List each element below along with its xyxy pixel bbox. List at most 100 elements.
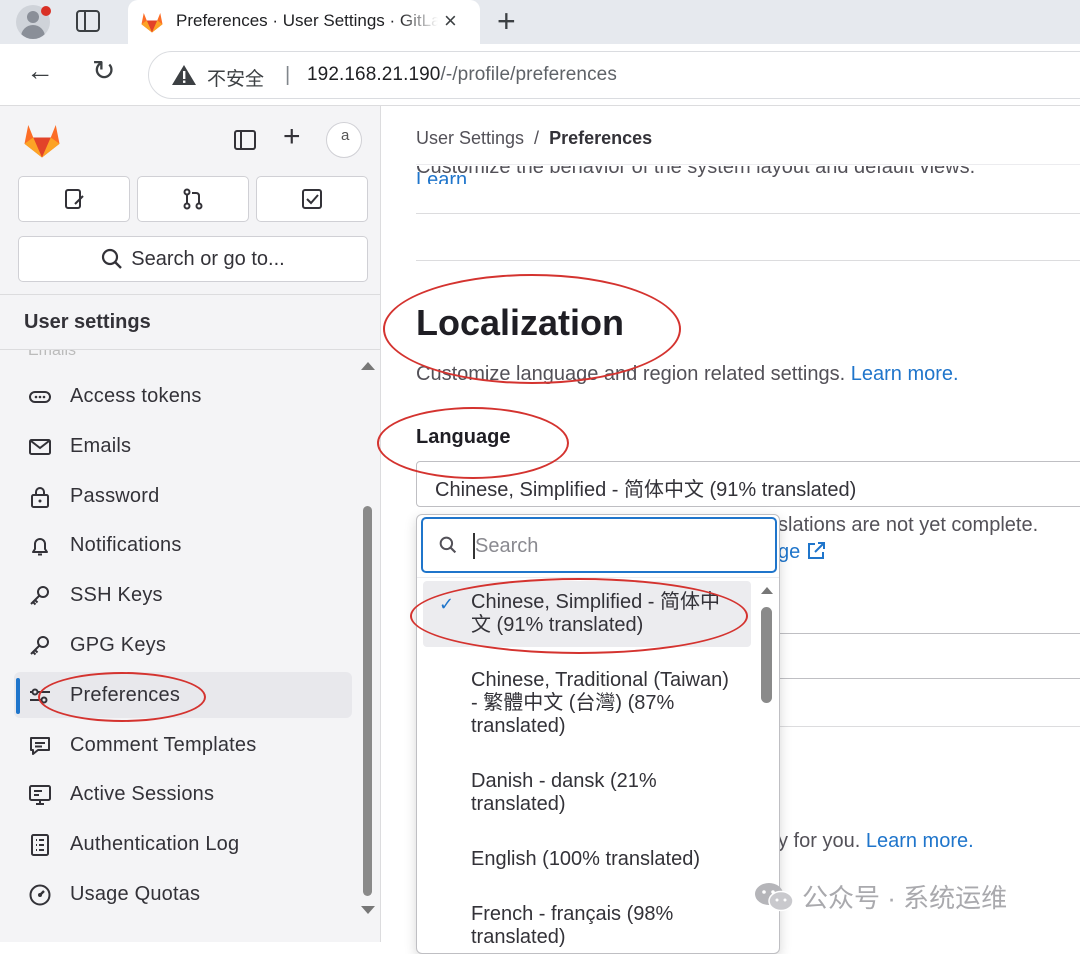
browser-tab[interactable]: Preferences · User Settings · GitLab × <box>128 0 480 44</box>
language-help-text: slations are not yet complete. <box>778 514 1039 536</box>
sidebar-item-active-sessions[interactable]: Active Sessions <box>14 771 352 817</box>
sidebar-item-password[interactable]: Password <box>14 473 352 519</box>
scroll-thumb[interactable] <box>363 506 372 896</box>
language-option-label: English (100% translated) <box>471 848 701 870</box>
scroll-down-arrow-icon[interactable] <box>361 906 375 914</box>
language-option-label: Chinese, Traditional (Taiwan) - 繁體中文 (台灣… <box>471 669 729 737</box>
sidebar-item-emails[interactable]: Emails <box>14 423 352 469</box>
breadcrumb-current: Preferences <box>549 128 653 148</box>
sidebar-item-access-tokens[interactable]: Access tokens <box>14 373 352 419</box>
sidebar-item-label: Authentication Log <box>70 833 240 856</box>
new-tab-button[interactable]: + <box>497 3 516 40</box>
bell-icon <box>32 538 48 556</box>
partial-description: y for you. Learn more. <box>778 830 974 852</box>
sidebar-item-usage-quotas[interactable]: Usage Quotas <box>14 871 352 917</box>
breadcrumb: User Settings / Preferences <box>416 128 652 149</box>
sidebar-nav-list: Access tokens Emails Password Notifications… <box>14 373 352 921</box>
sidebar-item-authentication-log[interactable]: Authentication Log <box>14 821 352 867</box>
url-host: 192.168.21.190 <box>307 64 441 85</box>
breadcrumb-separator: / <box>534 128 540 148</box>
sidebar-item-gpg-keys[interactable]: GPG Keys <box>14 622 352 668</box>
tab-title: Preferences · User Settings · GitLab <box>176 11 438 30</box>
language-search-input[interactable]: Search <box>421 517 777 573</box>
sidebar-toggle-icon[interactable] <box>234 130 256 150</box>
sidebar-scrollbar[interactable] <box>360 356 376 926</box>
key-icon <box>30 635 49 656</box>
learn-more-link[interactable]: Learn more. <box>866 830 974 852</box>
browser-tab-bar: Preferences · User Settings · GitLab × + <box>0 0 1080 44</box>
notification-dot <box>41 6 51 16</box>
annotation-ellipse-selected-option <box>410 578 748 654</box>
issues-icon <box>65 189 84 209</box>
language-option[interactable]: English (100% translated) <box>423 838 751 881</box>
todos-button[interactable] <box>256 176 368 222</box>
sidebar-item-label: GPG Keys <box>70 633 167 656</box>
sidebar-section-header: User settings <box>0 294 381 350</box>
sidebar-item-notifications[interactable]: Notifications <box>14 522 352 568</box>
language-option[interactable]: French - français (98% translated) <box>423 893 751 953</box>
dropdown-scroll-thumb[interactable] <box>761 607 772 703</box>
user-avatar[interactable]: a <box>326 122 362 158</box>
sidebar-item-label: SSH Keys <box>70 584 163 607</box>
reload-button[interactable]: ↻ <box>92 54 115 87</box>
search-placeholder: Search <box>475 535 539 557</box>
section-divider <box>416 213 1080 214</box>
language-option[interactable]: Chinese, Traditional (Taiwan) - 繁體中文 (台灣… <box>423 659 751 748</box>
language-option-label: Danish - dansk (21% translated) <box>471 770 657 815</box>
issues-button[interactable] <box>18 176 130 222</box>
annotation-ellipse-language <box>377 407 569 479</box>
comment-icon <box>30 736 50 755</box>
sidebar-item-comment-templates[interactable]: Comment Templates <box>14 722 352 768</box>
lock-icon <box>31 486 49 508</box>
section-divider <box>416 260 1080 261</box>
address-separator: | <box>285 64 291 86</box>
tab-close-icon[interactable]: × <box>444 8 457 34</box>
watermark: 公众号 · 系统运维 <box>754 878 1007 915</box>
sidebar-item-label: Comment Templates <box>70 733 257 756</box>
back-button[interactable]: ← <box>26 55 54 87</box>
language-option-label: French - français (98% translated) <box>471 903 674 948</box>
sidebar: + a Search or go to... User settings Ema… <box>0 106 381 942</box>
dropdown-scroll-up-icon[interactable] <box>761 587 773 594</box>
annotation-ellipse-preferences <box>38 672 206 722</box>
sidebar-section-title: User settings <box>24 311 151 333</box>
language-option[interactable]: Danish - dansk (21% translated) <box>423 760 751 826</box>
quota-icon <box>29 884 51 906</box>
wechat-icon <box>755 882 794 911</box>
gitlab-logo-icon[interactable] <box>22 121 62 159</box>
localization-learn-more-link[interactable]: Learn more. <box>851 363 959 385</box>
external-link-icon <box>808 542 826 559</box>
url-text[interactable]: 192.168.21.190/-/profile/preferences <box>307 64 617 86</box>
security-status[interactable]: 不安全 <box>207 64 264 91</box>
help-translate-link[interactable]: ge <box>778 541 826 564</box>
scroll-up-arrow-icon[interactable] <box>361 362 375 370</box>
key-icon <box>30 586 49 606</box>
merge-requests-button[interactable] <box>137 176 249 222</box>
sidebar-item-ssh-keys[interactable]: SSH Keys <box>14 572 352 618</box>
breadcrumb-parent[interactable]: User Settings <box>416 128 524 148</box>
hidden-field-border <box>778 678 1080 679</box>
scrolled-description: Customize the behavior of the system lay… <box>416 166 1080 184</box>
hidden-field-border <box>778 726 1080 727</box>
sidebar-item-label: Password <box>70 484 160 507</box>
sidebar-partial-item: Emails <box>28 350 77 359</box>
address-bar[interactable]: 不安全 | 192.168.21.190/-/profile/preferenc… <box>148 51 1080 99</box>
warning-icon[interactable] <box>171 63 197 87</box>
hidden-field-border <box>778 633 1080 634</box>
search-button[interactable]: Search or go to... <box>18 236 368 282</box>
watermark-text: 公众号 · 系统运维 <box>802 883 1008 913</box>
annotation-ellipse-localization <box>383 274 681 384</box>
monitor-icon <box>29 785 51 806</box>
avatar-alt-text: a <box>341 127 350 144</box>
gitlab-favicon-icon <box>141 13 163 33</box>
search-icon <box>439 536 457 554</box>
tab-actions-icon[interactable] <box>76 10 100 32</box>
address-toolbar: ← ↻ 不安全 | 192.168.21.190/-/profile/prefe… <box>0 44 1080 106</box>
url-path: /-/profile/preferences <box>440 64 617 85</box>
sidebar-item-label: Emails <box>70 434 132 457</box>
search-placeholder: Search or go to... <box>131 247 285 270</box>
log-icon <box>31 834 49 857</box>
create-new-button[interactable]: + <box>283 120 301 154</box>
sidebar-item-label: Access tokens <box>70 385 202 407</box>
merge-request-icon <box>183 188 203 210</box>
